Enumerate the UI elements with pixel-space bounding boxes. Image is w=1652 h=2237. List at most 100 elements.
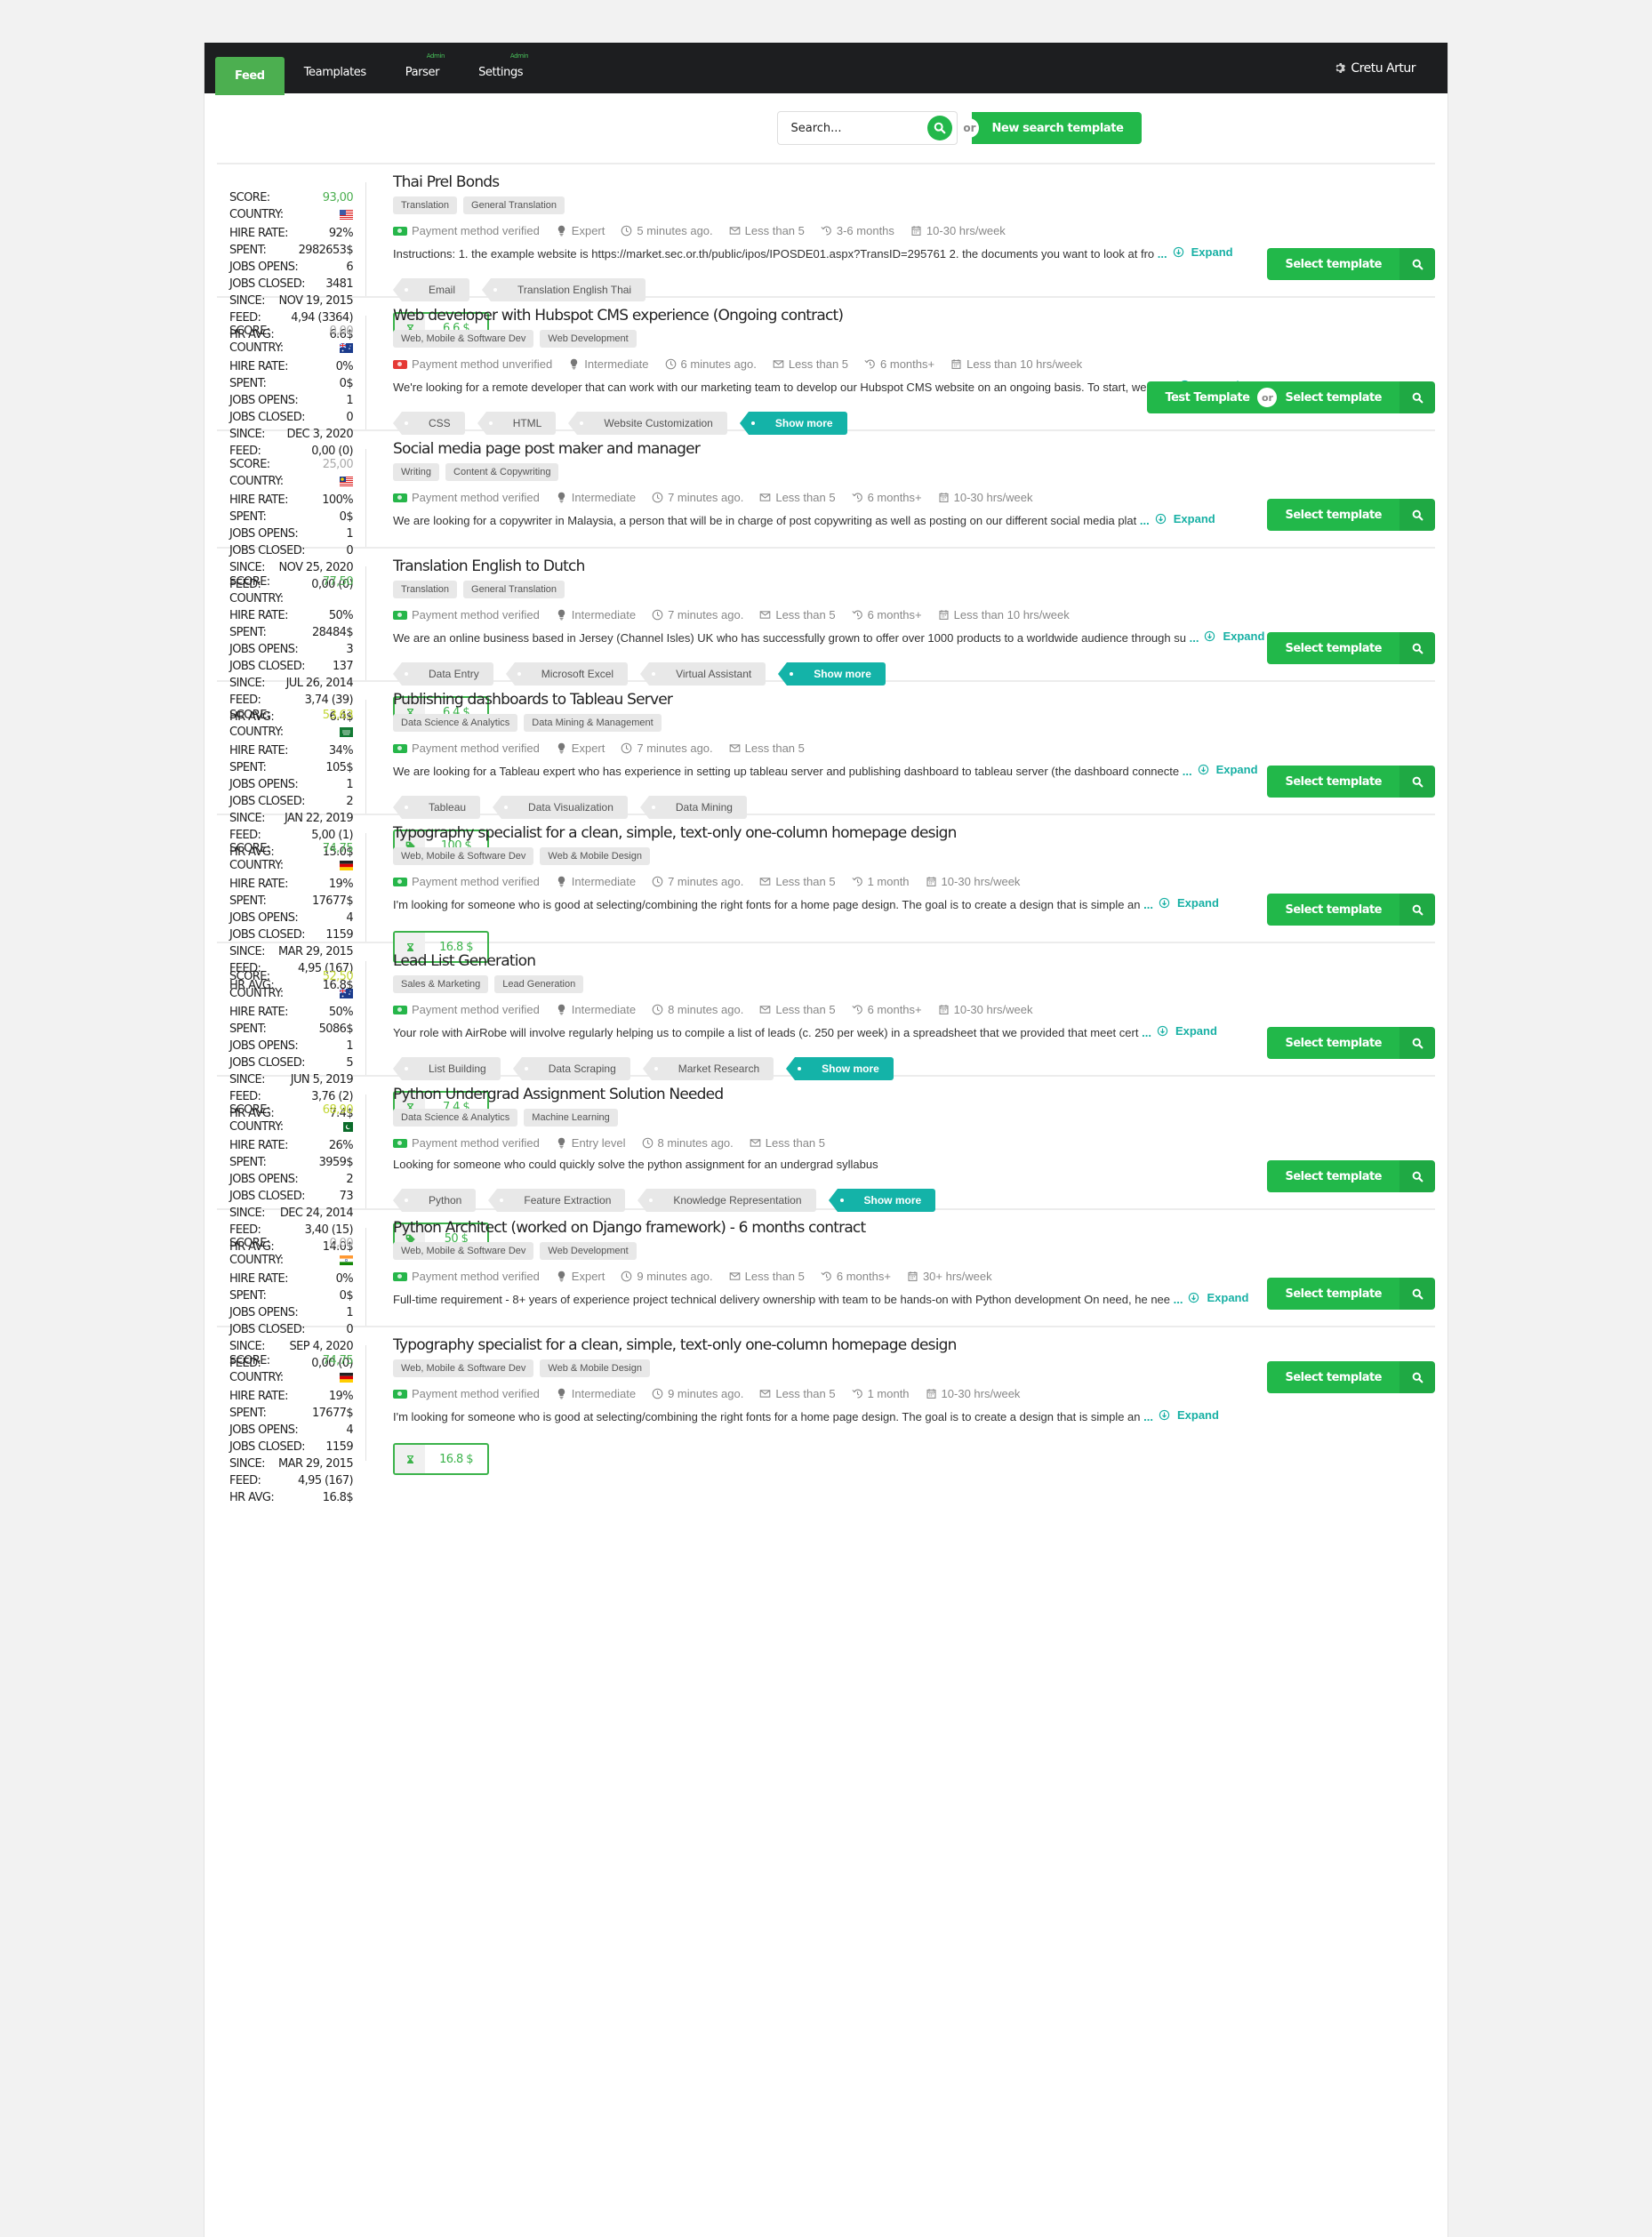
job-title[interactable]: Translation English to Dutch	[393, 557, 1435, 575]
job-title[interactable]: Typography specialist for a clean, simpl…	[393, 824, 1435, 842]
skill-tag[interactable]: Python	[392, 1189, 477, 1212]
proposals-count: Less than 5	[759, 1003, 836, 1016]
category-tag[interactable]: Web Development	[540, 1242, 637, 1260]
job-categories: Writing Content & Copywriting	[393, 463, 1435, 481]
experience-level-text: Expert	[571, 224, 605, 237]
stat-value: 3481	[325, 277, 353, 291]
template-search-button[interactable]	[1399, 1278, 1435, 1310]
select-template-button[interactable]: Select template	[1267, 632, 1399, 664]
nav-tab-settings[interactable]: Settings Admin	[459, 52, 542, 92]
select-template-button[interactable]: Select template	[1267, 1027, 1399, 1059]
posted-time-text: 6 minutes ago.	[680, 357, 757, 371]
template-search-button[interactable]	[1399, 766, 1435, 798]
category-tag[interactable]: Lead Generation	[494, 975, 584, 993]
category-tag[interactable]: General Translation	[463, 581, 565, 598]
select-template-button[interactable]: Select template	[1267, 381, 1399, 413]
job-description: I'm looking for someone who is good at s…	[393, 1408, 1435, 1423]
country-flag	[340, 857, 353, 876]
job-title[interactable]: Web developer with Hubspot CMS experienc…	[393, 307, 1435, 325]
select-template-button[interactable]: Select template	[1267, 1361, 1399, 1393]
category-tag[interactable]: General Translation	[463, 196, 565, 214]
search-icon	[1412, 392, 1423, 403]
user-menu[interactable]: Cretu Artur	[1334, 43, 1415, 93]
new-search-template-button[interactable]: New search template	[972, 112, 1142, 144]
select-template-button[interactable]: Select template	[1267, 1160, 1399, 1192]
skill-tag[interactable]: Feature Extraction	[488, 1189, 626, 1212]
category-tag[interactable]: Web Development	[540, 330, 637, 348]
category-tag[interactable]: Web, Mobile & Software Dev	[393, 330, 534, 348]
category-tag[interactable]: Web & Mobile Design	[540, 847, 650, 865]
admin-badge: Admin	[426, 52, 445, 60]
category-tag[interactable]: Translation	[393, 581, 458, 598]
expand-link[interactable]: Expand	[1173, 245, 1233, 259]
workload-text: Less than 10 hrs/week	[966, 357, 1083, 371]
template-search-button[interactable]	[1399, 248, 1435, 280]
proposals-count-text: Less than 5	[744, 224, 805, 237]
template-search-button[interactable]	[1399, 499, 1435, 531]
category-tag[interactable]: Writing	[393, 463, 440, 481]
expand-link[interactable]: Expand	[1157, 1024, 1217, 1038]
stat-label: HIRE RATE:	[229, 1139, 289, 1152]
stat-value: 1159	[325, 1440, 353, 1454]
expand-link[interactable]: Expand	[1159, 1408, 1219, 1422]
template-search-button[interactable]	[1399, 1361, 1435, 1393]
category-tag[interactable]: Web, Mobile & Software Dev	[393, 1359, 534, 1377]
job-title[interactable]: Python Undergrad Assignment Solution Nee…	[393, 1086, 1435, 1103]
job-title[interactable]: Typography specialist for a clean, simpl…	[393, 1336, 1435, 1354]
experience-level: Intermediate	[568, 357, 649, 371]
expand-link[interactable]: Expand	[1159, 896, 1219, 910]
stat-value: 26%	[328, 1139, 354, 1152]
test-template-button[interactable]: Test Template	[1147, 381, 1268, 413]
nav-tab-feed[interactable]: Feed	[215, 57, 285, 95]
posted-time-text: 7 minutes ago.	[668, 491, 744, 504]
flag-us-icon	[340, 210, 353, 220]
category-tag[interactable]: Translation	[393, 196, 458, 214]
nav-tab-templates[interactable]: Teamplates	[285, 52, 386, 92]
stat-value: 17677$	[311, 1407, 354, 1420]
job-meta: Payment method verified Entry level 8 minu…	[393, 1136, 1435, 1150]
expand-label: Expand	[1176, 1408, 1219, 1422]
job-title[interactable]: Lead List Generation	[393, 952, 1435, 970]
select-template-button[interactable]: Select template	[1267, 766, 1399, 798]
stat-label: SPENT:	[229, 510, 267, 524]
search-input[interactable]	[790, 121, 916, 135]
select-template-button[interactable]: Select template	[1267, 1278, 1399, 1310]
nav-tab-parser[interactable]: Parser Admin	[386, 52, 459, 92]
proposals-count: Less than 5	[759, 491, 836, 504]
workload: 30+ hrs/week	[907, 1270, 992, 1283]
payment-status: Payment method unverified	[393, 357, 552, 371]
category-tag[interactable]: Web, Mobile & Software Dev	[393, 847, 534, 865]
job-title[interactable]: Thai Prel Bonds	[393, 173, 1435, 191]
skill-tag[interactable]: Knowledge Representation	[638, 1189, 816, 1212]
template-search-button[interactable]	[1399, 894, 1435, 926]
category-tag[interactable]: Data Science & Analytics	[393, 1109, 518, 1127]
stat-value: MAR 29, 2015	[278, 1457, 354, 1471]
template-search-button[interactable]	[1399, 1027, 1435, 1059]
job-title[interactable]: Social media page post maker and manager	[393, 440, 1435, 458]
category-tag[interactable]: Web & Mobile Design	[540, 1359, 650, 1377]
category-tag[interactable]: Sales & Marketing	[393, 975, 489, 993]
select-template-button[interactable]: Select template	[1267, 499, 1399, 531]
expand-link[interactable]: Expand	[1204, 629, 1264, 643]
template-search-button[interactable]	[1399, 381, 1435, 413]
job-card: SCORE: 52,50 COUNTRY: HIRE RATE: 50% SPENT: 50…	[217, 943, 1435, 1123]
select-template-button[interactable]: Select template	[1267, 248, 1399, 280]
template-search-button[interactable]	[1399, 632, 1435, 664]
category-tag[interactable]: Content & Copywriting	[445, 463, 559, 481]
select-template-button[interactable]: Select template	[1267, 894, 1399, 926]
expand-link[interactable]: Expand	[1198, 763, 1258, 776]
show-more-button[interactable]: Show more	[828, 1189, 936, 1212]
category-tag[interactable]: Data Science & Analytics	[393, 714, 518, 732]
expand-label: Expand	[1176, 896, 1219, 910]
template-search-button[interactable]	[1399, 1160, 1435, 1192]
expand-link[interactable]: Expand	[1155, 512, 1215, 525]
expand-link[interactable]: Expand	[1188, 1291, 1248, 1304]
category-tag[interactable]: Machine Learning	[524, 1109, 618, 1127]
category-tag[interactable]: Data Mining & Management	[524, 714, 662, 732]
stat-value: 19%	[328, 1390, 354, 1403]
job-title[interactable]: Publishing dashboards to Tableau Server	[393, 691, 1435, 709]
category-tag[interactable]: Web, Mobile & Software Dev	[393, 1242, 534, 1260]
job-title[interactable]: Python Architect (worked on Django frame…	[393, 1219, 1435, 1237]
stat-label: JOBS OPENS:	[229, 911, 299, 925]
search-button[interactable]	[927, 116, 953, 140]
